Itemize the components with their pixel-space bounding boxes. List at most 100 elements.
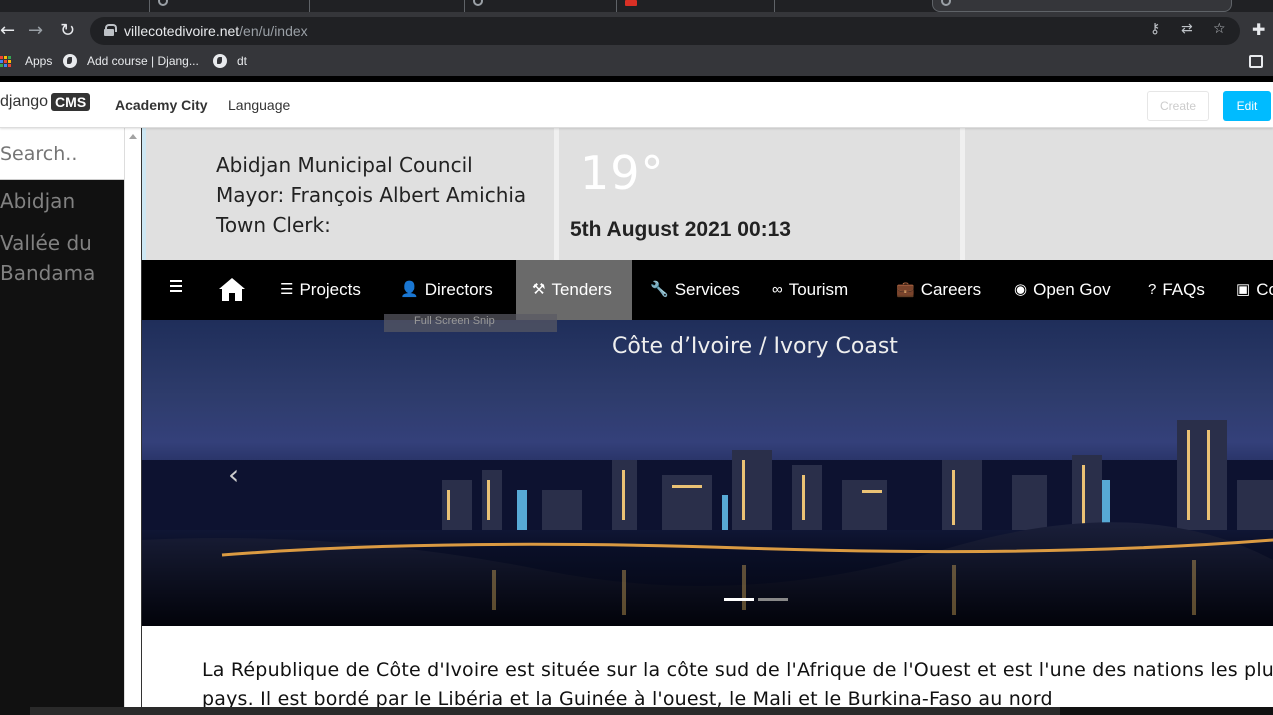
django-cms-logo[interactable]: django CMS [0,93,91,111]
nav-tenders[interactable]: ⚒ Tenders [516,260,632,320]
question-icon: ? [1148,281,1157,298]
site-favicon-icon [625,0,637,6]
browser-toolbar: ← → ↻ villecotedivoire.net/en/u/index ⚷ … [0,12,1273,50]
nav-label: Directors [424,280,493,299]
web-page: django CMS Academy City Language Create … [0,82,1273,715]
bookmarks-bar: Apps Add course | Djang... dt [0,50,1273,76]
url-host: villecotedivoire.net [124,23,240,39]
mayor-line: Mayor: François Albert Amichia [216,183,527,207]
browser-tab[interactable] [617,0,775,12]
site-menu[interactable]: Academy City [115,97,208,113]
nav-label: Services [674,280,740,299]
forward-arrow-icon[interactable]: → [28,20,43,42]
browser-tab[interactable] [0,0,150,12]
cms-toolbar: django CMS Academy City Language Create … [0,82,1273,128]
carousel-indicator-2[interactable] [758,598,788,601]
create-button[interactable]: Create [1147,91,1209,121]
logo-badge: CMS [51,93,91,111]
bookmark-apps[interactable]: Apps [0,54,52,68]
nav-careers[interactable]: 💼 Careers [896,260,981,320]
nav-open-gov[interactable]: ◉ Open Gov [1014,260,1111,320]
carousel-prev-icon[interactable]: ‹ [228,458,239,491]
search-input[interactable] [0,138,122,170]
gavel-icon: ⚒ [532,281,546,298]
scrollbar-thumb[interactable] [30,707,1060,715]
hero-caption: Côte d’Ivoire / Ivory Coast [612,334,898,359]
bookmark-label: dt [237,54,248,68]
sidebar-item-vallee-du-bandama[interactable]: Vallée du Bandama [0,228,124,288]
council-name: Abidjan Municipal Council [216,153,473,177]
nav-contact[interactable]: ▣ Co [1236,260,1273,320]
clerk-line: Town Clerk: [216,213,331,237]
home-icon[interactable] [218,276,246,302]
city-skyline-image [142,420,1273,626]
scroll-up-icon[interactable] [129,134,137,139]
nav-directors[interactable]: 👤 Directors [400,260,493,320]
bookmark-label: Apps [25,54,53,68]
projects-icon: ☰ [280,281,294,298]
panel-divider [554,128,559,260]
nav-label: Projects [299,280,361,299]
browser-tab-strip [0,0,1273,12]
browser-tab[interactable] [310,0,465,12]
intro-article: La République de Côte d'Ivoire est situé… [142,626,1273,715]
nav-projects[interactable]: ☰ Projects [280,260,361,320]
sidebar-scrollbar[interactable] [124,128,142,715]
nav-label: Open Gov [1033,280,1111,299]
edit-button[interactable]: Edit [1223,91,1271,121]
intro-paragraph: La République de Côte d'Ivoire est situé… [202,659,1273,710]
nav-faqs[interactable]: ? FAQs [1148,260,1205,320]
snip-tooltip: Full Screen Snip [384,314,557,332]
lock-icon[interactable] [104,24,117,36]
carousel-indicator-1[interactable] [724,598,754,601]
wrench-icon: 🔧 [650,281,669,298]
nav-tourism[interactable]: ∞ Tourism [772,260,848,320]
panel-divider [960,128,965,260]
address-bar[interactable]: villecotedivoire.net/en/u/index ⚷ ⇄ ☆ [90,17,1240,45]
logo-text: django [0,93,49,110]
user-plus-icon: 👤 [400,281,419,298]
current-datetime: 5th August 2021 00:13 [570,218,791,241]
url-path: /en/u/index [239,23,308,39]
globe-icon [158,0,168,6]
rss-icon: ◉ [1014,281,1028,298]
contact-icon: ▣ [1236,281,1251,298]
apps-grid-icon [0,55,11,67]
council-info: Abidjan Municipal Council Mayor: Françoi… [216,150,526,240]
browser-tab[interactable] [465,0,617,12]
extensions-puzzle-icon[interactable]: ✚ [1252,20,1265,39]
nav-label: Careers [920,280,982,299]
translate-icon[interactable]: ⇄ [1181,21,1193,37]
browser-tab-active[interactable] [932,0,1232,12]
browser-tab[interactable] [150,0,310,12]
globe-icon [213,54,227,68]
sidebar: Abidjan Vallée du Bandama [0,128,124,715]
hamburger-menu-icon[interactable] [170,280,182,294]
hero-carousel[interactable]: Côte d’Ivoire / Ivory Coast ‹ [142,320,1273,626]
temperature: 19° [580,146,665,200]
key-icon[interactable]: ⚷ [1150,21,1160,37]
binoculars-icon: ∞ [772,281,783,298]
nav-label: Co [1256,280,1273,299]
nav-label: FAQs [1162,280,1205,299]
nav-label: Tenders [551,280,612,299]
horizontal-scrollbar[interactable] [0,707,1273,715]
bookmark-dt[interactable]: dt [213,54,247,68]
briefcase-icon: 💼 [896,281,915,298]
star-icon[interactable]: ☆ [1213,21,1226,37]
back-arrow-icon[interactable]: ← [0,20,15,42]
bookmark-add-course[interactable]: Add course | Djang... [63,54,199,68]
globe-icon [473,0,483,6]
nav-label: Tourism [788,280,849,299]
language-menu[interactable]: Language [228,97,290,113]
sidebar-search-box [0,128,124,180]
reload-icon[interactable]: ↻ [60,20,75,42]
globe-icon [941,0,951,6]
header-info-panel: Abidjan Municipal Council Mayor: Françoi… [142,128,1273,260]
reading-list-icon[interactable] [1249,55,1263,68]
main-nav: ☰ Projects 👤 Directors ⚒ Tenders 🔧 Services … [142,260,1273,320]
sidebar-item-abidjan[interactable]: Abidjan [0,186,124,216]
panel-edge [142,128,146,260]
nav-services[interactable]: 🔧 Services [650,260,740,320]
url-text: villecotedivoire.net/en/u/index [124,23,308,39]
